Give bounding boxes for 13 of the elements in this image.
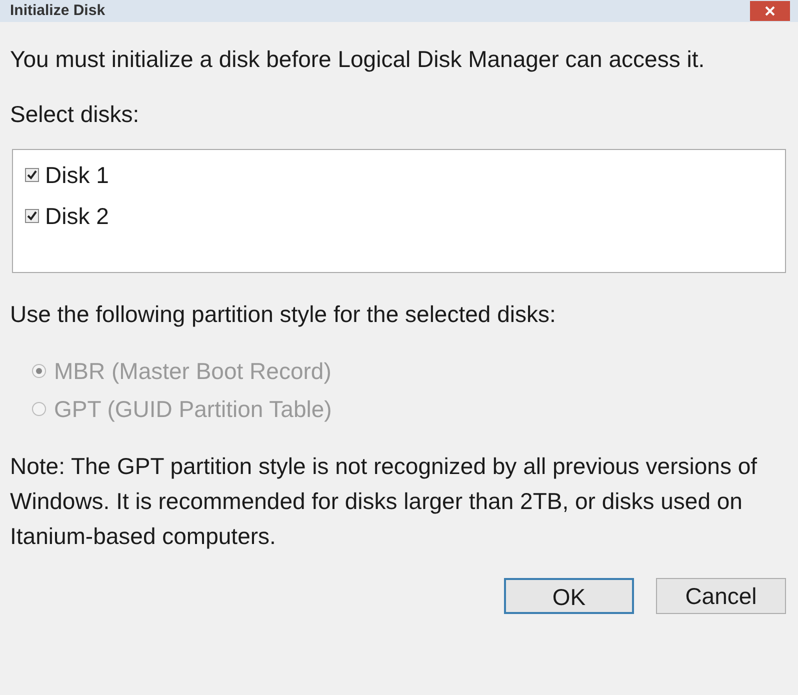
dialog-button[interactable]: Cancel [656,578,786,614]
close-icon [765,6,775,16]
checkbox[interactable] [25,208,39,223]
disk-item[interactable]: Disk 1 [25,158,785,192]
dialog-button[interactable]: OK [504,578,634,614]
disk-item[interactable]: Disk 2 [25,198,785,233]
close-button[interactable] [750,1,790,21]
intro-text: You must initialize a disk before Logical Disk Manager can access it. [10,45,706,74]
checkbox[interactable] [25,168,39,182]
note-text: Note: The GPT partition style is not recognized by all previous versions of Windows. It is recommended for disks larger than 2TB, or disks used on Itanium-based computers. [10,452,758,551]
select-disks-label: Select disks: [10,100,140,128]
window-title: Initialize Disk [10,0,106,21]
partition-style-label: Use the following partition style for the selected disks: [10,300,557,329]
